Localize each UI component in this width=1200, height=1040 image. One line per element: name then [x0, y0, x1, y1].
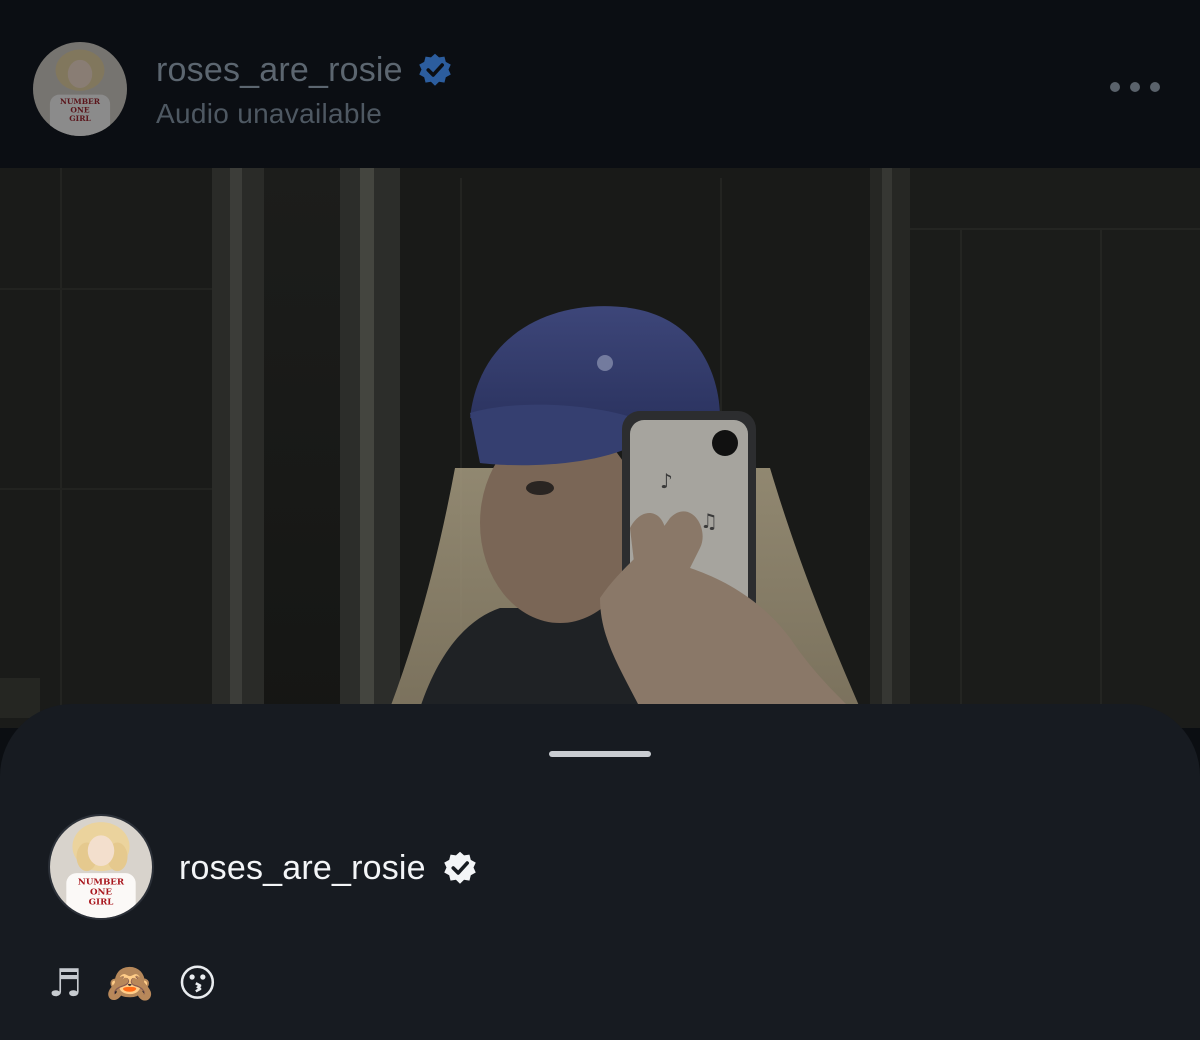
header-avatar[interactable]: NUMBER ONE GIRL [33, 42, 127, 136]
avatar-image: NUMBER ONE GIRL [50, 816, 152, 918]
post-viewer: NUMBER ONE GIRL roses_are_rosie Audio un… [0, 0, 1200, 1040]
avatar-shirt-line: NUMBER [78, 877, 125, 887]
see-no-evil-monkey-emoji: 🙈 [106, 961, 160, 1005]
post-image[interactable]: ♪ ♫ ♩ ♪ [0, 168, 1200, 728]
bottom-sheet: NUMBER ONE GIRL roses_are_rosie ♬ 🙈 😗 [0, 704, 1200, 1040]
dot [1150, 82, 1160, 92]
post-caption: ♬ 🙈 😗 [48, 958, 223, 1008]
sheet-user[interactable]: roses_are_rosie [179, 846, 478, 890]
verified-badge-icon [444, 851, 476, 884]
sheet-username[interactable]: roses_are_rosie [179, 849, 426, 888]
kissing-face-emoji: 😗 [177, 961, 224, 1005]
avatar-shirt-line: ONE [90, 888, 112, 898]
verified-badge-icon [419, 53, 451, 86]
avatar-shirt-line: GIRL [69, 114, 91, 123]
dot [1130, 82, 1140, 92]
phone-case-note: ♪ [660, 469, 673, 493]
header-user[interactable]: roses_are_rosie [156, 48, 453, 92]
post-header: NUMBER ONE GIRL roses_are_rosie Audio un… [0, 0, 1200, 168]
avatar-shirt-line: GIRL [89, 898, 114, 908]
drag-handle[interactable] [549, 751, 651, 757]
header-username[interactable]: roses_are_rosie [156, 51, 403, 90]
music-note-emoji: ♬ [48, 961, 89, 1005]
audio-status: Audio unavailable [156, 98, 383, 129]
avatar-image: NUMBER ONE GIRL [33, 42, 127, 136]
dot [1110, 82, 1120, 92]
sheet-avatar[interactable]: NUMBER ONE GIRL [48, 814, 154, 920]
phone-case-note: ♫ [700, 509, 718, 533]
selfie-photo: ♪ ♫ ♩ ♪ [0, 168, 1200, 728]
more-horizontal-icon[interactable] [1110, 74, 1160, 100]
